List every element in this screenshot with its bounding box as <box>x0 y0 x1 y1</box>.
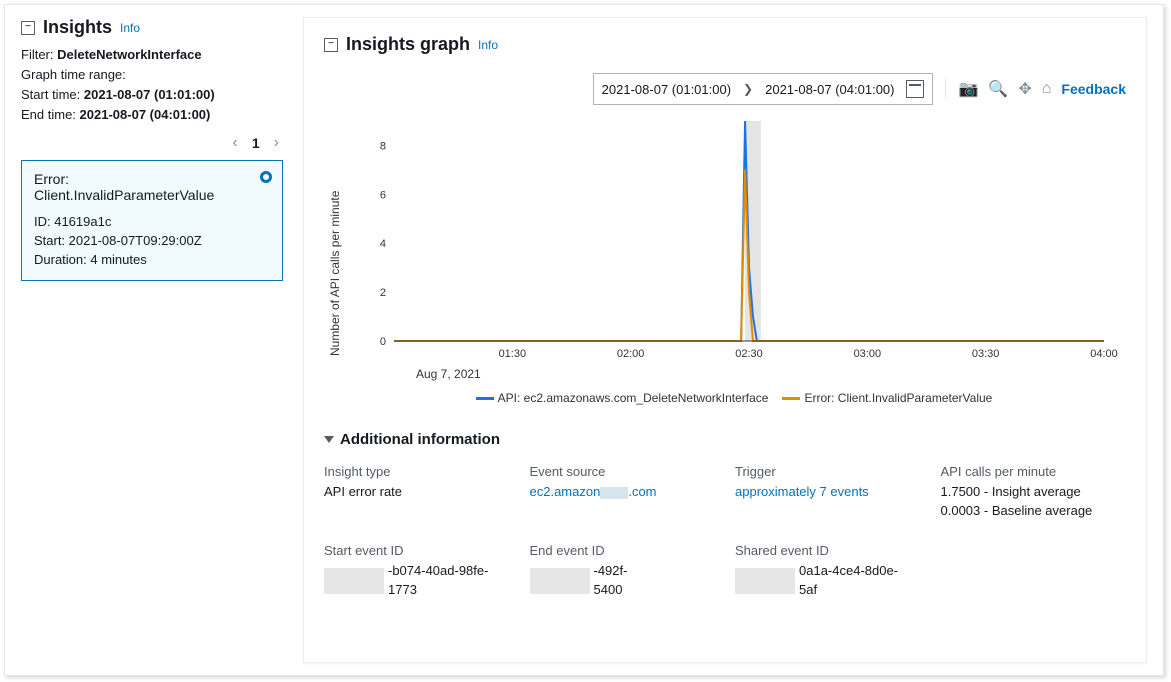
start-time-line: Start time: 2021-08-07 (01:01:00) <box>21 86 283 105</box>
redacted-text <box>530 568 590 594</box>
sidebar-title: Insights <box>43 17 112 38</box>
field-api-calls: API calls per minute 1.7500 - Insight av… <box>941 464 1127 521</box>
collapse-icon[interactable] <box>324 38 338 52</box>
field-insight-type: Insight type API error rate <box>324 464 510 521</box>
range-label: Graph time range: <box>21 66 283 85</box>
zoom-icon[interactable]: 🔍 <box>988 79 1008 99</box>
x-axis-date: Aug 7, 2021 <box>416 367 1126 381</box>
date-range-picker[interactable]: 2021-08-07 (01:01:00) ❯ 2021-08-07 (04:0… <box>593 73 934 105</box>
pager: ‹ 1 › <box>21 134 283 152</box>
separator <box>945 79 946 99</box>
status-dot-icon <box>260 171 272 183</box>
range-end: 2021-08-07 (04:01:00) <box>765 82 894 97</box>
legend-series-2: Error: Client.InvalidParameterValue <box>782 391 992 405</box>
field-end-event-id: End event ID -492f-5400 <box>530 543 716 600</box>
additional-info-heading[interactable]: Additional information <box>324 431 1126 448</box>
card-id: ID: 41619a1c <box>34 213 270 232</box>
range-start: 2021-08-07 (01:01:00) <box>602 82 731 97</box>
svg-text:8: 8 <box>380 140 386 152</box>
trigger-link[interactable]: approximately 7 events <box>735 484 869 499</box>
next-page-icon[interactable]: › <box>274 134 279 152</box>
feedback-link[interactable]: Feedback <box>1061 81 1126 97</box>
filter-line: Filter: DeleteNetworkInterface <box>21 46 283 65</box>
svg-text:03:00: 03:00 <box>854 348 882 360</box>
chevron-right-icon: ❯ <box>743 82 753 96</box>
chart-svg: 0 2 4 6 8 01:30 02:00 02:30 03:00 03:30 04:00 <box>342 111 1126 371</box>
graph-info-link[interactable]: Info <box>478 38 498 52</box>
filter-label: Filter: <box>21 47 54 62</box>
insights-sidebar: Insights Info Filter: DeleteNetworkInter… <box>21 17 283 663</box>
field-start-event-id: Start event ID -b074-40ad-98fe-1773 <box>324 543 510 600</box>
field-trigger: Trigger approximately 7 events <box>735 464 921 521</box>
event-source-link[interactable]: ec2.amazon.com <box>530 484 657 499</box>
camera-icon[interactable]: 📷 <box>958 79 978 99</box>
redacted-text <box>324 568 384 594</box>
insight-card[interactable]: Error: Client.InvalidParameterValue ID: … <box>21 160 283 281</box>
graph-title: Insights graph <box>346 34 470 55</box>
svg-text:03:30: 03:30 <box>972 348 1000 360</box>
y-axis-title: Number of API calls per minute <box>324 111 342 405</box>
end-time-label: End time: <box>21 107 76 122</box>
additional-info: Additional information Insight type API … <box>324 431 1126 599</box>
svg-text:01:30: 01:30 <box>499 348 527 360</box>
redacted-text <box>735 568 795 594</box>
card-error-label: Error: <box>34 171 270 187</box>
card-start: Start: 2021-08-07T09:29:00Z <box>34 232 270 251</box>
svg-text:4: 4 <box>380 238 386 250</box>
page-number: 1 <box>252 135 260 151</box>
svg-text:02:00: 02:00 <box>617 348 645 360</box>
chart: Number of API calls per minute 0 2 4 6 8 01:3… <box>324 111 1126 405</box>
field-event-source: Event source ec2.amazon.com <box>530 464 716 521</box>
svg-text:0: 0 <box>380 336 386 348</box>
filter-value: DeleteNetworkInterface <box>57 47 202 62</box>
redacted-text <box>600 487 628 499</box>
card-error-value: Client.InvalidParameterValue <box>34 187 270 203</box>
calendar-icon[interactable] <box>906 80 924 98</box>
prev-page-icon[interactable]: ‹ <box>233 134 238 152</box>
svg-text:02:30: 02:30 <box>735 348 763 360</box>
end-time-value: 2021-08-07 (04:01:00) <box>80 107 211 122</box>
end-time-line: End time: 2021-08-07 (04:01:00) <box>21 106 283 125</box>
graph-toolbar: 2021-08-07 (01:01:00) ❯ 2021-08-07 (04:0… <box>324 73 1126 105</box>
legend-series-1: API: ec2.amazonaws.com_DeleteNetworkInte… <box>476 391 769 405</box>
start-time-value: 2021-08-07 (01:01:00) <box>84 87 215 102</box>
chevron-down-icon <box>324 436 334 443</box>
sidebar-info-link[interactable]: Info <box>120 21 140 35</box>
svg-text:6: 6 <box>380 189 386 201</box>
svg-text:04:00: 04:00 <box>1090 348 1118 360</box>
chart-legend: API: ec2.amazonaws.com_DeleteNetworkInte… <box>342 391 1126 405</box>
home-icon[interactable]: ⌂ <box>1042 80 1052 98</box>
insights-graph-panel: Insights graph Info 2021-08-07 (01:01:00… <box>303 17 1147 663</box>
card-duration: Duration: 4 minutes <box>34 251 270 270</box>
svg-text:2: 2 <box>380 287 386 299</box>
move-icon[interactable]: ✥ <box>1018 79 1031 99</box>
collapse-icon[interactable] <box>21 21 35 35</box>
field-shared-event-id: Shared event ID 0a1a-4ce4-8d0e-5af <box>735 543 921 600</box>
start-time-label: Start time: <box>21 87 80 102</box>
